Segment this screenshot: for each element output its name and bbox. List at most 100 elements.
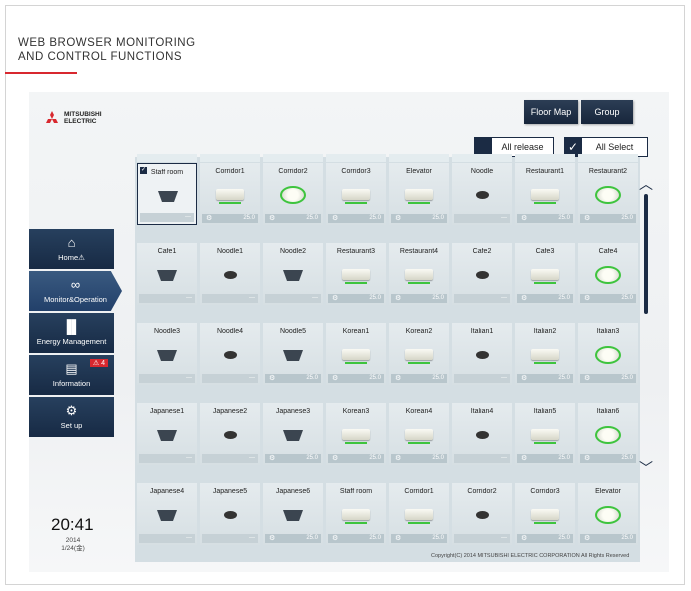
group-button[interactable]: Group [581, 100, 633, 124]
unit-cell[interactable]: Corridor1 ⚙ 25.0 [389, 483, 449, 545]
unit-status-strip: ⚙ 25.0 [328, 294, 384, 303]
unit-status-strip: ⚙ 25.0 [391, 294, 447, 303]
unit-temperature: 25.0 [369, 295, 381, 301]
unit-temperature: --- [249, 295, 255, 301]
unit-cell[interactable]: Italian1 --- [452, 323, 512, 385]
cassette-unit-icon [595, 186, 621, 204]
unit-cell[interactable]: Italian6 ⚙ 25.0 [578, 403, 638, 465]
unit-cell[interactable]: Noodle4 --- [200, 323, 260, 385]
unit-cell[interactable]: Corridor2 ⚙ 25.0 [263, 163, 323, 225]
gear-icon: ⚙ [395, 375, 402, 382]
unit-cell[interactable]: Cafe4 ⚙ 25.0 [578, 243, 638, 305]
clock-date: 2014 1/24(金) [61, 537, 85, 552]
unit-grid: ✓ Staff room --- Corridor1 ⚙ 25.0 Corridor2 ⚙ 25… [135, 154, 640, 562]
unit-cell[interactable]: Japanese6 ⚙ 25.0 [263, 483, 323, 545]
unit-cell[interactable]: Cafe1 --- [137, 243, 197, 305]
unit-status-strip: --- [454, 374, 510, 383]
unit-cell[interactable]: Italian5 ⚙ 25.0 [515, 403, 575, 465]
unit-cell[interactable]: Italian2 ⚙ 25.0 [515, 323, 575, 385]
gear-icon: ⚙ [395, 535, 402, 542]
wall-unit-icon [405, 269, 433, 280]
unit-cell[interactable]: Cafe2 --- [452, 243, 512, 305]
unit-status-strip: ⚙ 25.0 [517, 374, 573, 383]
unit-cell[interactable]: Italian3 ⚙ 25.0 [578, 323, 638, 385]
sidebar-item-monitor-operation[interactable]: ∞ Monitor&Operation [29, 271, 122, 311]
ceiling-unit-icon [283, 430, 303, 441]
unit-name: Japanese6 [275, 488, 311, 495]
unit-cell[interactable]: Japanese4 --- [137, 483, 197, 545]
unit-temperature: 25.0 [558, 455, 570, 461]
unit-cell[interactable]: Noodle2 --- [263, 243, 323, 305]
unit-cell[interactable]: Noodle5 ⚙ 25.0 [263, 323, 323, 385]
gear-icon: ⚙ [269, 215, 276, 222]
running-indicator [534, 282, 556, 284]
sidebar: ⌂ Home⚠ ∞ Monitor&Operation ▐▌ Energy Ma… [29, 229, 122, 439]
unit-cell[interactable]: Korean1 ⚙ 25.0 [326, 323, 386, 385]
unit-temperature: 25.0 [369, 455, 381, 461]
unit-cell[interactable]: Corridor3 ⚙ 25.0 [326, 163, 386, 225]
unit-temperature: 25.0 [306, 375, 318, 381]
unit-cell[interactable]: ✓ Staff room --- [137, 163, 197, 225]
sidebar-item-energy-management[interactable]: ▐▌ Energy Management [29, 313, 114, 353]
unit-cell[interactable]: Japanese2 --- [200, 403, 260, 465]
unit-status-strip: ⚙ 25.0 [391, 214, 447, 223]
column-header-cap [263, 154, 323, 162]
unit-status-strip: ⚙ 25.0 [391, 454, 447, 463]
unit-cell[interactable]: Noodle1 --- [200, 243, 260, 305]
unit-cell[interactable]: Corridor3 ⚙ 25.0 [515, 483, 575, 545]
unit-cell[interactable]: Noodle --- [452, 163, 512, 225]
unit-name: Corridor2 [467, 488, 497, 495]
gear-icon: ⚙ [395, 295, 402, 302]
scroll-up-chevron-icon[interactable]: ︿ [639, 174, 653, 194]
gear-icon: ⚙ [332, 295, 339, 302]
wall-unit-icon [405, 189, 433, 200]
scroll-down-chevron-icon[interactable]: ﹀ [639, 458, 653, 478]
cassette-unit-icon [595, 266, 621, 284]
unit-cell[interactable]: Korean3 ⚙ 25.0 [326, 403, 386, 465]
unit-cell[interactable]: Restaurant1 ⚙ 25.0 [515, 163, 575, 225]
unit-status-strip: --- [454, 214, 510, 223]
unit-name: Korean3 [342, 408, 370, 415]
sidebar-item-home[interactable]: ⌂ Home⚠ [29, 229, 114, 269]
wall-unit-icon [531, 429, 559, 440]
unit-cell[interactable]: Restaurant3 ⚙ 25.0 [326, 243, 386, 305]
unit-cell[interactable]: Corridor1 ⚙ 25.0 [200, 163, 260, 225]
unit-status-strip: ⚙ 25.0 [328, 534, 384, 543]
unit-status-strip: ⚙ 25.0 [328, 214, 384, 223]
unit-name: Korean4 [405, 408, 433, 415]
scrollbar-thumb[interactable] [644, 194, 648, 314]
unit-cell[interactable]: Staff room ⚙ 25.0 [326, 483, 386, 545]
unit-status-strip: --- [139, 454, 195, 463]
unit-cell[interactable]: Cafe3 ⚙ 25.0 [515, 243, 575, 305]
unit-cell[interactable]: Corridor2 --- [452, 483, 512, 545]
unit-cell[interactable]: Noodle3 --- [137, 323, 197, 385]
unit-temperature: --- [501, 535, 507, 541]
unit-status-strip: --- [454, 294, 510, 303]
unit-cell[interactable]: Korean4 ⚙ 25.0 [389, 403, 449, 465]
floor-map-button[interactable]: Floor Map [524, 100, 578, 124]
unit-temperature: 25.0 [432, 455, 444, 461]
unit-name: Staff room [339, 488, 373, 495]
unit-temperature: --- [501, 215, 507, 221]
unit-name: Noodle5 [279, 328, 307, 335]
column-header-cap [515, 154, 575, 162]
sidebar-item-information[interactable]: ⚠ 4 ▤ Information [29, 355, 114, 395]
unit-cell[interactable]: Korean2 ⚙ 25.0 [389, 323, 449, 385]
gear-icon: ⚙ [521, 295, 528, 302]
unit-cell[interactable]: Elevator ⚙ 25.0 [578, 483, 638, 545]
unit-cell[interactable]: Restaurant2 ⚙ 25.0 [578, 163, 638, 225]
unit-cell[interactable]: Japanese1 --- [137, 403, 197, 465]
floor-unit-icon [224, 351, 237, 359]
unit-temperature: 25.0 [558, 375, 570, 381]
unit-status-strip: --- [139, 374, 195, 383]
unit-cell[interactable]: Elevator ⚙ 25.0 [389, 163, 449, 225]
gear-icon: ⚙ [521, 375, 528, 382]
unit-cell[interactable]: Japanese5 --- [200, 483, 260, 545]
unit-cell[interactable]: Restaurant4 ⚙ 25.0 [389, 243, 449, 305]
floor-unit-icon [476, 271, 489, 279]
unit-cell[interactable]: Japanese3 ⚙ 25.0 [263, 403, 323, 465]
unit-cell[interactable]: Italian4 --- [452, 403, 512, 465]
sidebar-item-setup[interactable]: ⚙ Set up [29, 397, 114, 437]
unit-name: Italian2 [533, 328, 557, 335]
unit-temperature: 25.0 [306, 455, 318, 461]
